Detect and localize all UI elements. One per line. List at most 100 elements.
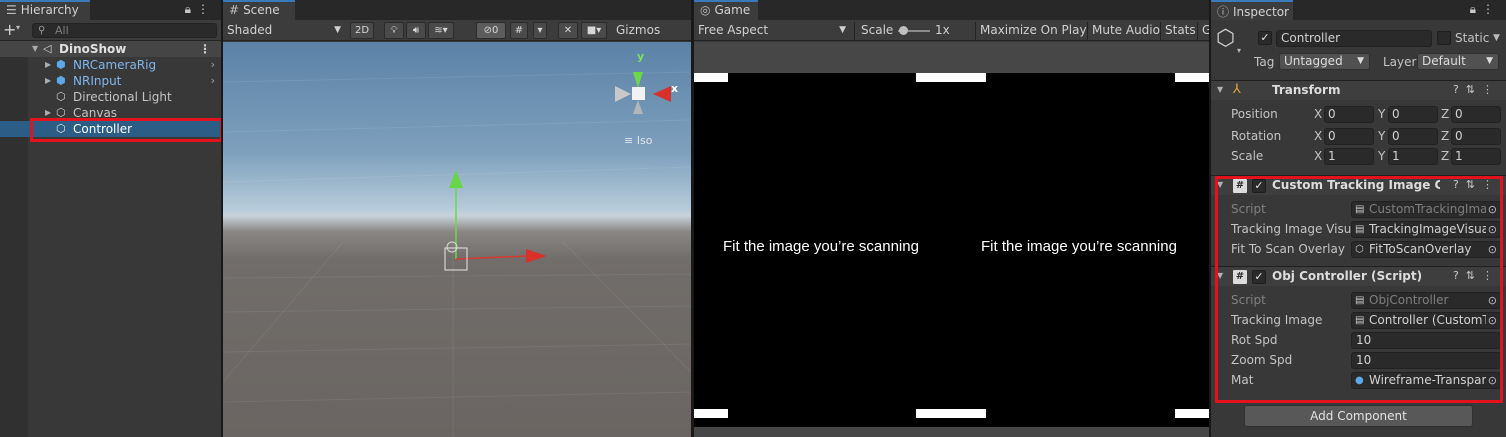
- scale-x-field[interactable]: 1: [1324, 148, 1374, 165]
- grid-hash-icon: #: [229, 3, 240, 17]
- object-picker-icon[interactable]: ⊙: [1485, 222, 1497, 237]
- rotation-z-field[interactable]: 0: [1451, 128, 1501, 145]
- scale-slider-handle[interactable]: [899, 26, 908, 35]
- hierarchy-item-canvas[interactable]: ▶ ⬡ Canvas: [0, 105, 221, 121]
- gizmos-toggle[interactable]: G: [1202, 23, 1209, 39]
- hierarchy-item-directional-light[interactable]: ⬡ Directional Light: [0, 89, 221, 105]
- tab-game[interactable]: ◎ Game: [694, 0, 758, 20]
- fit-to-scan-field[interactable]: ⬡ FitToScanOverlay ⊙: [1351, 241, 1501, 258]
- presets-icon[interactable]: ⇅: [1466, 178, 1482, 191]
- object-picker-icon[interactable]: ⊙: [1485, 242, 1497, 257]
- more-menu-icon[interactable]: ⋮: [197, 2, 215, 16]
- more-menu-icon[interactable]: ⋮: [199, 41, 211, 57]
- layer-dropdown[interactable]: Default ▼: [1417, 53, 1499, 70]
- expand-arrow-icon[interactable]: ▼: [32, 41, 38, 57]
- axis-z-label: Z: [1441, 149, 1450, 163]
- zoom-spd-field[interactable]: 10: [1351, 352, 1501, 369]
- position-y-field[interactable]: 0: [1388, 106, 1438, 123]
- tab-scene[interactable]: # Scene: [223, 0, 295, 20]
- create-plus-button[interactable]: +: [3, 20, 16, 40]
- chevron-down-icon[interactable]: ▼: [1493, 33, 1500, 43]
- scale-y-field[interactable]: 1: [1388, 148, 1438, 165]
- orient-neg-x-cone[interactable]: [615, 86, 631, 102]
- rotation-x-field[interactable]: 0: [1324, 128, 1374, 145]
- object-name-field[interactable]: Controller: [1276, 30, 1432, 47]
- expand-arrow-icon[interactable]: ▼: [1217, 85, 1223, 94]
- material-field[interactable]: ● Wireframe-Transpar ⊙: [1351, 372, 1501, 389]
- gizmo-x-arrow[interactable]: [526, 249, 547, 263]
- tab-hierarchy[interactable]: ☰ Hierarchy: [0, 0, 90, 20]
- more-menu-icon[interactable]: ⋮: [1482, 178, 1500, 191]
- orient-y-cone[interactable]: [633, 72, 643, 88]
- lock-icon[interactable]: 🔒︎: [1470, 2, 1482, 16]
- scale-z-field[interactable]: 1: [1451, 148, 1501, 165]
- chevron-right-icon[interactable]: ›: [211, 73, 215, 89]
- hidden-objects-toggle[interactable]: ⊘0: [476, 22, 506, 39]
- orient-center-cube[interactable]: [632, 87, 645, 100]
- camera-dropdown-icon[interactable]: ■▾: [581, 22, 607, 39]
- object-picker-icon[interactable]: ⊙: [1485, 313, 1497, 328]
- chevron-down-icon[interactable]: ▾: [16, 23, 20, 32]
- help-icon[interactable]: ?: [1453, 83, 1466, 96]
- orient-neg-y-cone[interactable]: [633, 100, 643, 114]
- orient-x-cone[interactable]: [653, 86, 671, 102]
- scene-viewport[interactable]: y x ≡ Iso: [223, 42, 691, 437]
- mute-audio-toggle[interactable]: Mute Audio: [1092, 23, 1160, 39]
- component-enabled-checkbox[interactable]: ✓: [1252, 270, 1266, 284]
- hierarchy-item-controller[interactable]: ⬡ Controller: [0, 121, 221, 137]
- hierarchy-search-input[interactable]: ⚲ All: [32, 23, 217, 38]
- aspect-dropdown[interactable]: Free Aspect ▼: [698, 23, 850, 39]
- chevron-down-icon[interactable]: ▾: [533, 22, 547, 39]
- tracking-image-field[interactable]: ▤ Controller (CustomT ⊙: [1351, 312, 1501, 329]
- position-z-field[interactable]: 0: [1451, 106, 1501, 123]
- help-icon[interactable]: ?: [1453, 269, 1466, 282]
- collapsed-arrow-icon[interactable]: ▶: [45, 57, 51, 73]
- iso-label[interactable]: ≡ Iso: [624, 134, 652, 147]
- tag-dropdown[interactable]: Untagged ▼: [1279, 53, 1370, 70]
- more-menu-icon[interactable]: ⋮: [1482, 2, 1500, 16]
- expand-arrow-icon[interactable]: ▼: [1217, 271, 1223, 280]
- hierarchy-item-nrinput[interactable]: ▶ ⬢ NRInput ›: [0, 73, 221, 89]
- obj-controller-header[interactable]: ▼ # ✓ Obj Controller (Script) ?⇅⋮: [1211, 266, 1506, 286]
- add-component-button[interactable]: Add Component: [1244, 405, 1473, 427]
- grid-toggle-icon[interactable]: #: [510, 22, 528, 39]
- presets-icon[interactable]: ⇅: [1466, 269, 1482, 282]
- object-picker-icon[interactable]: ⊙: [1485, 373, 1497, 388]
- collapsed-arrow-icon[interactable]: ▶: [45, 105, 51, 121]
- game-viewport[interactable]: Fit the image you’re scanning Fit the im…: [694, 42, 1209, 437]
- expand-arrow-icon[interactable]: ▼: [1217, 180, 1223, 189]
- more-menu-icon[interactable]: ⋮: [1482, 269, 1500, 282]
- shading-mode-dropdown[interactable]: Shaded ▼: [227, 22, 345, 39]
- audio-toggle-icon[interactable]: 🔊︎: [406, 22, 426, 39]
- lock-icon[interactable]: 🔒︎: [185, 2, 197, 16]
- more-menu-icon[interactable]: ⋮: [1482, 83, 1500, 96]
- presets-icon[interactable]: ⇅: [1466, 83, 1482, 96]
- position-x-field[interactable]: 0: [1324, 106, 1374, 123]
- script-file-icon: ▤: [1355, 204, 1365, 215]
- rotation-y-field[interactable]: 0: [1388, 128, 1438, 145]
- chevron-down-icon[interactable]: ▾: [1237, 46, 1241, 55]
- transform-header[interactable]: ▼ ⅄ Transform ?⇅⋮: [1211, 80, 1506, 100]
- hierarchy-item-nrcamerarig[interactable]: ▶ ⬢ NRCameraRig ›: [0, 57, 221, 73]
- scene-root-row[interactable]: ▼ ◁ DinoShow ⋮: [0, 41, 221, 57]
- custom-tracking-header[interactable]: ▼ # ✓ Custom Tracking Image Con ?⇅⋮: [1211, 175, 1506, 195]
- component-enabled-checkbox[interactable]: ✓: [1252, 179, 1266, 193]
- rot-spd-field[interactable]: 10: [1351, 332, 1501, 349]
- 2d-toggle-button[interactable]: 2D: [350, 22, 374, 39]
- help-icon[interactable]: ?: [1453, 178, 1466, 191]
- tab-inspector[interactable]: ⓘ Inspector: [1211, 0, 1293, 20]
- gamepad-icon: ◎: [700, 3, 711, 17]
- axis-x-label: X: [1314, 149, 1323, 163]
- collapsed-arrow-icon[interactable]: ▶: [45, 73, 51, 89]
- effects-dropdown-icon[interactable]: ≋▾: [428, 22, 454, 39]
- static-checkbox[interactable]: [1437, 31, 1451, 45]
- tools-icon[interactable]: ✕: [558, 22, 578, 39]
- chevron-right-icon[interactable]: ›: [211, 57, 215, 73]
- tracking-visualizer-field[interactable]: ▤ TrackingImageVisua ⊙: [1351, 221, 1501, 238]
- lighting-toggle-icon[interactable]: 💡︎: [384, 22, 404, 39]
- gizmo-y-arrow[interactable]: [449, 170, 463, 188]
- gizmos-dropdown[interactable]: Gizmos: [616, 22, 680, 39]
- stats-toggle[interactable]: Stats: [1165, 23, 1196, 39]
- maximize-on-play-toggle[interactable]: Maximize On Play: [980, 23, 1087, 39]
- active-checkbox[interactable]: ✓: [1258, 31, 1272, 45]
